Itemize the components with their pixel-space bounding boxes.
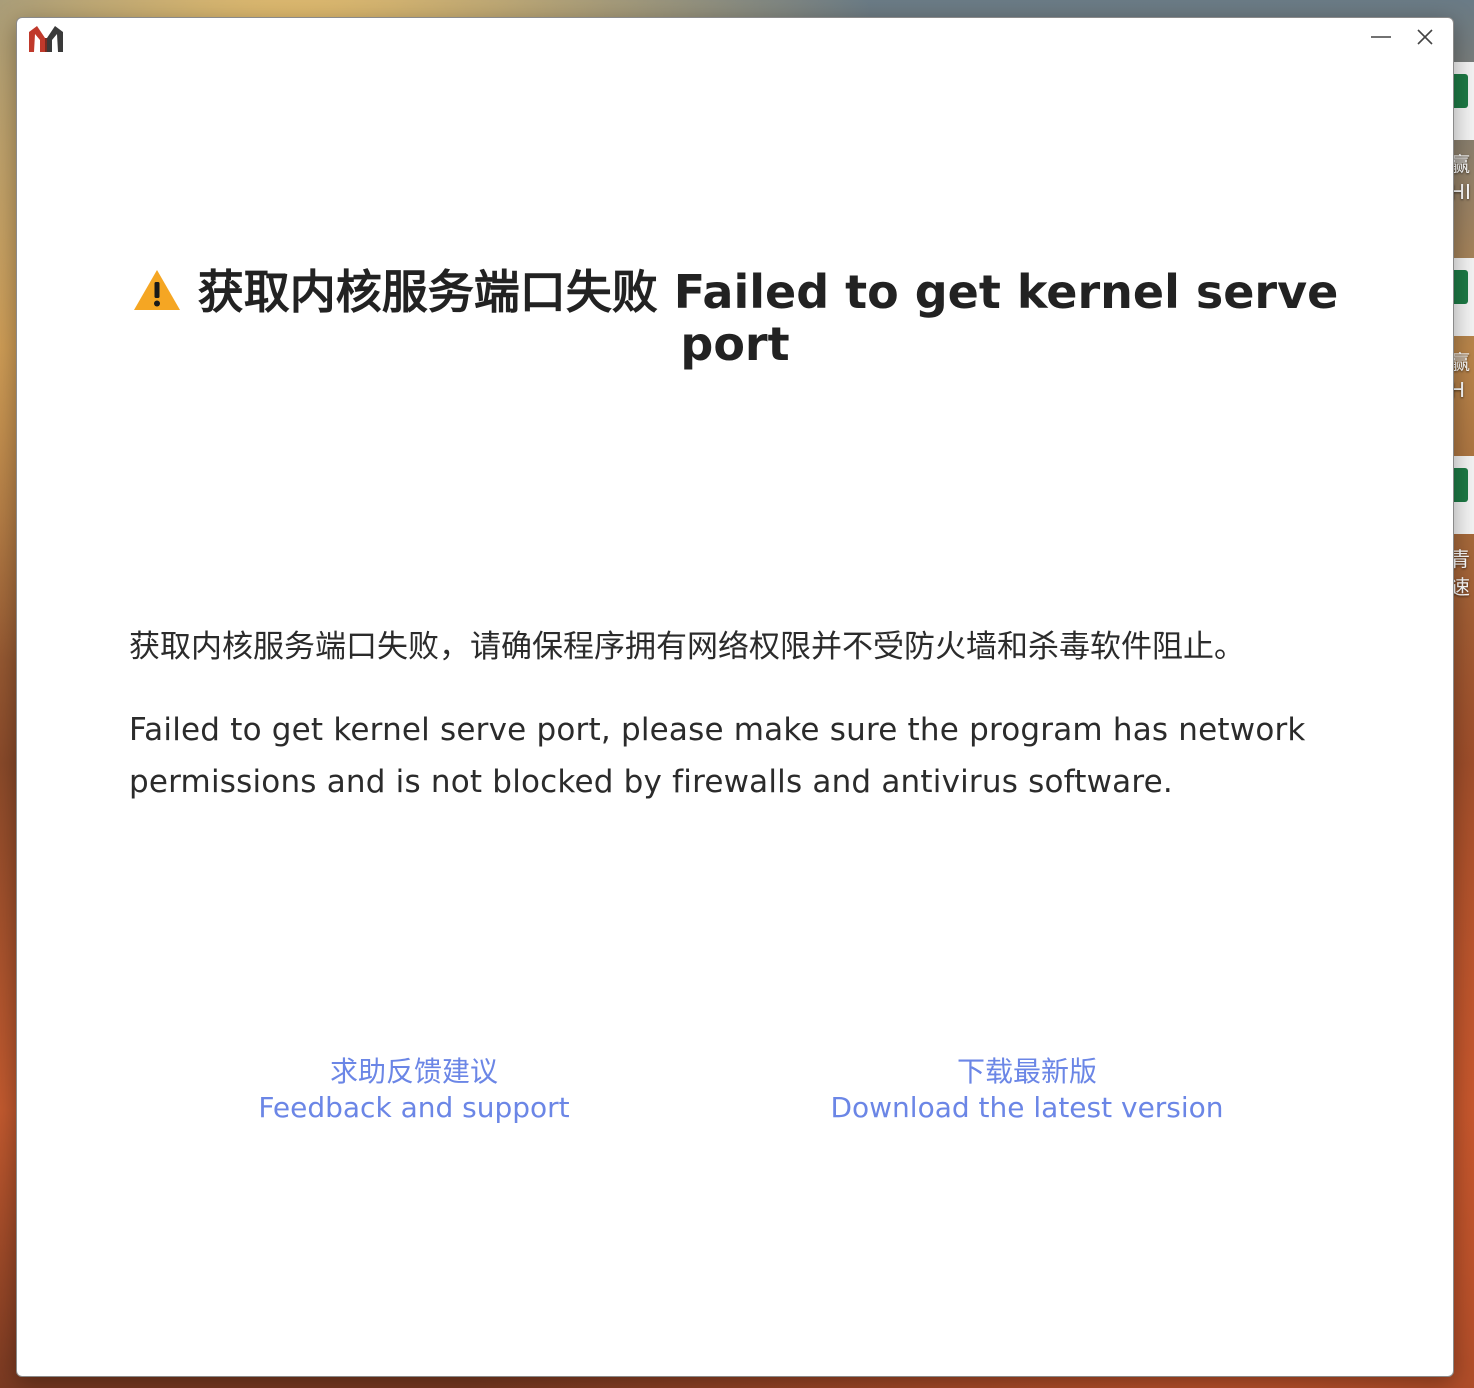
window-controls [1361,24,1445,54]
feedback-link-label-cn: 求助反馈建议 [329,1055,498,1088]
error-message-chinese: 获取内核服务端口失败，请确保程序拥有网络权限并不受防火墙和杀毒软件阻止。 [129,629,1245,665]
error-title-row: 获取内核服务端口失败 Failed to get kernel serve po… [17,266,1453,370]
download-latest-link[interactable]: 下载最新版 Download the latest version [827,1054,1227,1126]
app-logo-icon [27,24,65,54]
download-link-label-cn: 下载最新版 [956,1055,1097,1088]
feedback-support-link[interactable]: 求助反馈建议 Feedback and support [249,1054,579,1126]
close-icon [1413,25,1437,53]
error-window: 获取内核服务端口失败 Failed to get kernel serve po… [16,17,1454,1377]
minimize-icon [1369,25,1393,53]
minimize-button[interactable] [1361,24,1401,54]
download-link-label-en: Download the latest version [830,1091,1224,1124]
feedback-link-label-en: Feedback and support [258,1091,570,1124]
close-button[interactable] [1405,24,1445,54]
error-message-english: Failed to get kernel serve port, please … [129,712,1306,800]
error-title: 获取内核服务端口失败 Failed to get kernel serve po… [197,265,1339,371]
warning-triangle-icon [132,268,182,312]
